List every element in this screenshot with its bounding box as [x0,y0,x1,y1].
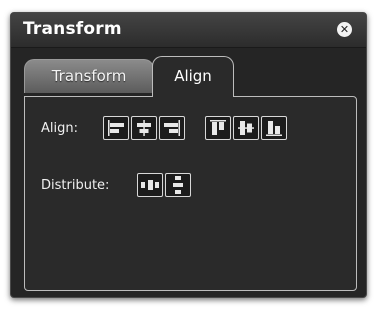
distribute-horizontal-icon [141,180,159,190]
align-left-button[interactable] [103,116,129,140]
distribute-vertical-button[interactable] [165,173,191,197]
align-center-vertical-icon [238,121,254,135]
distribute-horizontal-button[interactable] [137,173,163,197]
align-right-icon [164,120,180,136]
panel-titlebar[interactable]: Transform ✕ [11,13,366,48]
align-center-horizontal-button[interactable] [131,116,157,140]
panel-title: Transform [23,19,122,39]
tab-transform-label: Transform [51,67,127,85]
tab-transform[interactable]: Transform [24,59,154,93]
distribute-label: Distribute: [41,178,110,193]
align-tab-content: Align: Distribute: [24,96,357,291]
align-left-icon [108,120,124,136]
align-top-button[interactable] [205,116,231,140]
tab-align[interactable]: Align [152,56,234,97]
close-icon[interactable]: ✕ [337,22,352,37]
tab-align-label: Align [174,67,212,85]
transform-panel: Transform ✕ Transform Align Align: Distr… [10,12,367,298]
align-bottom-button[interactable] [261,116,287,140]
distribute-vertical-icon [173,176,183,194]
align-center-vertical-button[interactable] [233,116,259,140]
align-label: Align: [41,121,78,136]
align-center-horizontal-icon [137,120,151,136]
align-top-icon [210,120,226,135]
align-bottom-icon [266,121,282,136]
align-right-button[interactable] [159,116,185,140]
